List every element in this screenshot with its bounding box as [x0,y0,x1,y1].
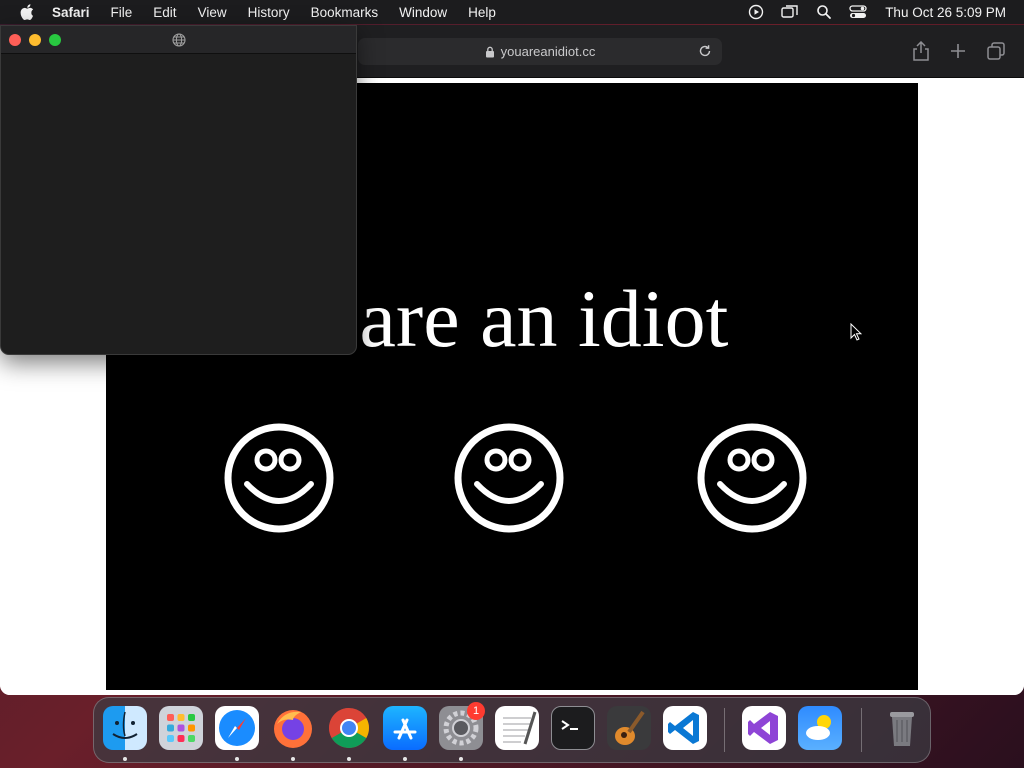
new-tab-icon[interactable] [948,41,968,61]
address-bar[interactable]: youareanidiot.cc [358,38,722,65]
zoom-button[interactable] [49,34,61,46]
running-indicator [123,757,127,761]
launchpad-icon[interactable] [159,706,203,750]
globe-icon [172,33,186,47]
reload-icon[interactable] [698,44,712,58]
dock-separator [861,708,862,752]
smiley-face-icon [224,423,334,533]
menu-edit[interactable]: Edit [153,5,176,20]
menu-history[interactable]: History [248,5,290,20]
firefox-icon[interactable] [271,706,315,750]
mouse-cursor-icon [850,323,862,341]
visual-studio-icon[interactable] [742,706,786,750]
smiley-face-icon [454,423,564,533]
screen-record-icon[interactable] [747,3,765,21]
running-indicator [291,757,295,761]
menu-window[interactable]: Window [399,5,447,20]
popup-window[interactable] [0,25,357,355]
menu-app-name[interactable]: Safari [52,5,90,20]
finder-icon[interactable] [103,706,147,750]
screen-mirroring-icon[interactable] [781,3,799,21]
minimize-button[interactable] [29,34,41,46]
vscode-icon[interactable] [663,706,707,750]
trash-icon[interactable] [880,706,924,750]
garageband-icon[interactable] [607,706,651,750]
control-center-icon[interactable] [849,3,867,21]
running-indicator [347,757,351,761]
menu-bar-clock[interactable]: Thu Oct 26 5:09 PM [885,5,1006,20]
share-icon[interactable] [911,41,931,61]
menu-bar: Safari File Edit View History Bookmarks … [0,0,1024,24]
safari-icon[interactable] [215,706,259,750]
weather-icon[interactable] [798,706,842,750]
dock-separator [724,708,725,752]
notification-badge: 1 [467,702,485,720]
menu-view[interactable]: View [198,5,227,20]
terminal-icon[interactable] [551,706,595,750]
spotlight-search-icon[interactable] [815,3,833,21]
menu-bookmarks[interactable]: Bookmarks [311,5,379,20]
popup-titlebar[interactable] [1,26,356,54]
running-indicator [235,757,239,761]
apple-menu-icon[interactable] [20,4,34,20]
running-indicator [403,757,407,761]
close-button[interactable] [9,34,21,46]
textedit-icon[interactable] [495,706,539,750]
app-store-icon[interactable] [383,706,427,750]
tab-overview-icon[interactable] [986,41,1006,61]
menu-help[interactable]: Help [468,5,496,20]
address-bar-url: youareanidiot.cc [500,44,596,59]
menu-file[interactable]: File [111,5,133,20]
dock: 1 [93,697,931,763]
chrome-icon[interactable] [327,706,371,750]
running-indicator [459,757,463,761]
smiley-face-icon [697,423,807,533]
lock-icon [485,46,495,58]
